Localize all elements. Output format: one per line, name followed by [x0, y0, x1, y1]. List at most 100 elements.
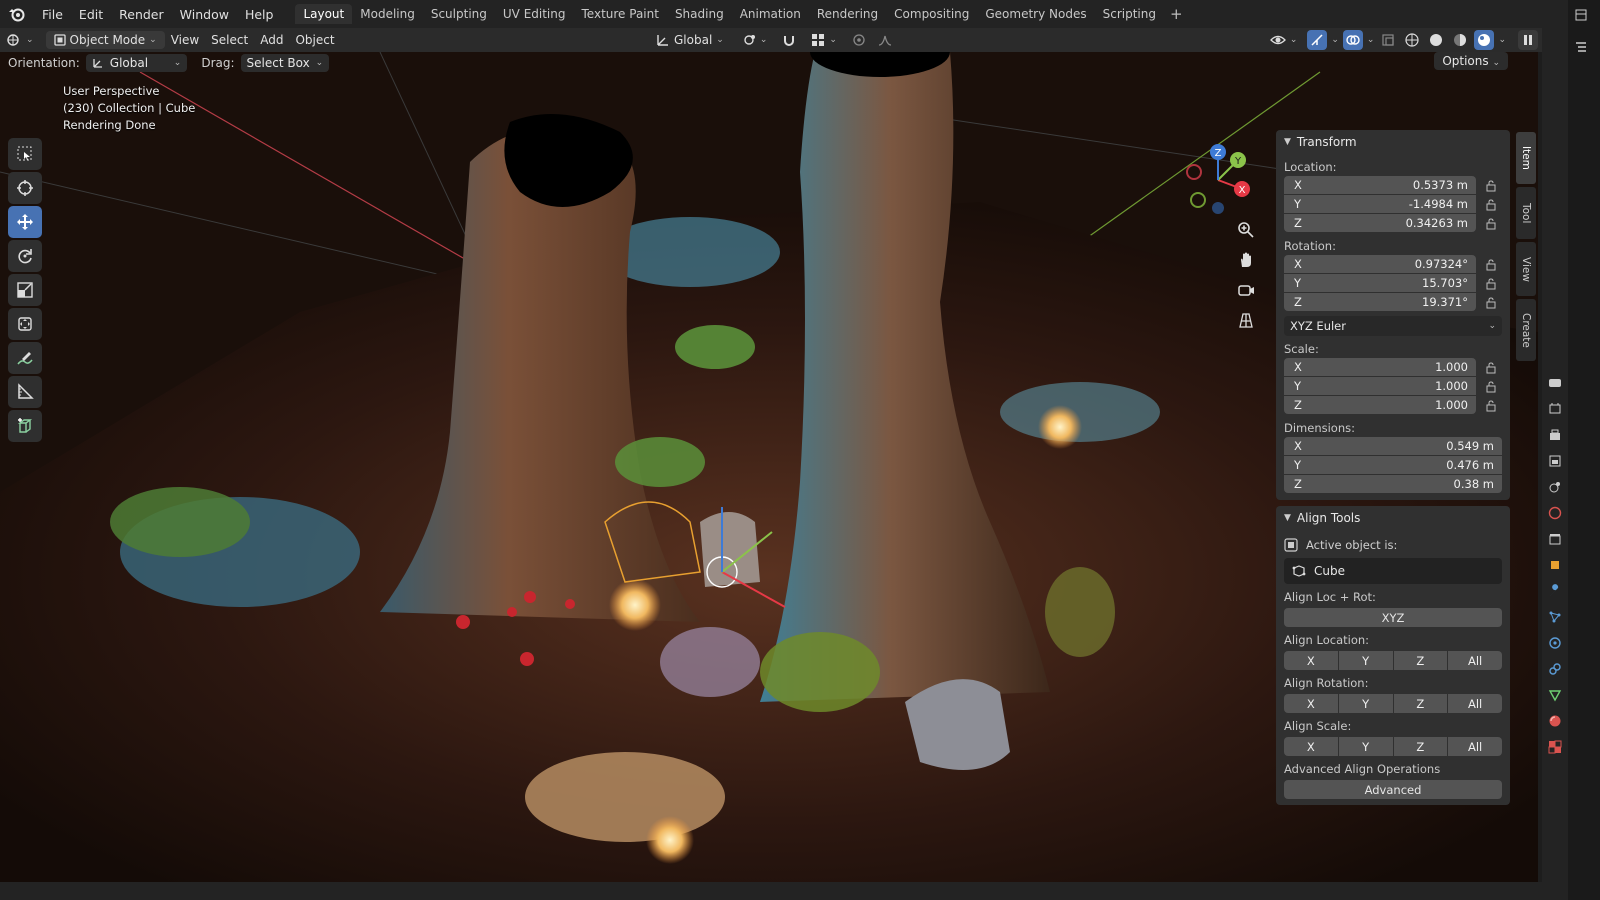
3d-viewport[interactable]: User Perspective (230) Collection | Cube… — [0, 52, 1538, 882]
camera-view-icon[interactable] — [1233, 277, 1259, 303]
align-location-all-button[interactable]: All — [1448, 651, 1502, 670]
align-rotation-all-button[interactable]: All — [1448, 694, 1502, 713]
scale-x-field[interactable]: X 1.000 — [1284, 358, 1476, 376]
editor-type-button[interactable]: ⌄ — [0, 31, 40, 49]
falloff-curve-icon[interactable] — [875, 30, 895, 50]
pan-hand-icon[interactable] — [1233, 247, 1259, 273]
lock-icon[interactable] — [1480, 277, 1502, 290]
gizmo-toggle-icon[interactable] — [1307, 30, 1328, 50]
dimensions-z-field[interactable]: Z 0.38 m — [1284, 475, 1502, 493]
zoom-icon[interactable] — [1233, 217, 1259, 243]
scale-y-field[interactable]: Y 1.000 — [1284, 377, 1476, 395]
align-location-x-button[interactable]: X — [1284, 651, 1338, 670]
tab-animation[interactable]: Animation — [732, 4, 809, 24]
lock-icon[interactable] — [1480, 198, 1502, 211]
orientation-dropdown[interactable]: Global ⌄ — [85, 54, 188, 72]
align-scale-all-button[interactable]: All — [1448, 737, 1502, 756]
transform-panel-header[interactable]: ▼ Transform — [1276, 130, 1510, 154]
scale-tool-icon[interactable] — [8, 274, 42, 306]
pivot-point-dropdown[interactable]: ⌄ — [736, 31, 774, 49]
lock-icon[interactable] — [1480, 380, 1502, 393]
data-mesh-icon[interactable] — [1542, 682, 1568, 708]
snap-target-dropdown[interactable]: ⌄ — [805, 31, 843, 49]
xray-toggle-icon[interactable] — [1378, 30, 1398, 50]
proportional-edit-icon[interactable] — [849, 30, 869, 50]
align-rotation-y-button[interactable]: Y — [1338, 694, 1393, 713]
align-rotation-x-button[interactable]: X — [1284, 694, 1338, 713]
chevron-down-icon[interactable]: ⌄ — [1367, 35, 1375, 45]
menu-edit[interactable]: Edit — [71, 0, 111, 28]
wireframe-shading-icon[interactable] — [1402, 30, 1422, 50]
scale-z-field[interactable]: Z 1.000 — [1284, 396, 1476, 414]
pause-render-icon[interactable] — [1518, 30, 1538, 50]
editor-type-icon[interactable] — [1568, 2, 1594, 28]
advanced-align-button[interactable]: Advanced — [1284, 780, 1502, 799]
tab-item[interactable]: Item — [1516, 132, 1536, 184]
rendered-shading-icon[interactable] — [1474, 30, 1495, 50]
rotate-tool-icon[interactable] — [8, 240, 42, 272]
navigation-gizmo[interactable]: X Y Z — [1180, 142, 1260, 222]
lock-icon[interactable] — [1480, 361, 1502, 374]
material-icon[interactable] — [1542, 708, 1568, 734]
location-y-field[interactable]: Y -1.4984 m — [1284, 195, 1476, 213]
world-properties-icon[interactable] — [1542, 500, 1568, 526]
tab-geometry-nodes[interactable]: Geometry Nodes — [977, 4, 1094, 24]
rotation-mode-dropdown[interactable]: XYZ Euler ⌄ — [1284, 316, 1502, 336]
object-properties-icon[interactable] — [1542, 552, 1568, 578]
tab-modeling[interactable]: Modeling — [352, 4, 423, 24]
overlays-toggle-icon[interactable] — [1342, 30, 1363, 50]
rotation-y-field[interactable]: Y 15.703° — [1284, 274, 1476, 292]
constraints-icon[interactable] — [1542, 656, 1568, 682]
add-workspace-button[interactable]: + — [1164, 5, 1189, 23]
material-shading-icon[interactable] — [1450, 30, 1470, 50]
align-scale-z-button[interactable]: Z — [1393, 737, 1448, 756]
view-layer-icon[interactable] — [1542, 448, 1568, 474]
lock-icon[interactable] — [1480, 179, 1502, 192]
particles-icon[interactable] — [1542, 604, 1568, 630]
measure-tool-icon[interactable] — [8, 376, 42, 408]
tab-shading[interactable]: Shading — [667, 4, 732, 24]
menu-render[interactable]: Render — [111, 0, 172, 28]
menu-help[interactable]: Help — [237, 0, 282, 28]
chevron-down-icon[interactable]: ⌄ — [1331, 35, 1339, 45]
location-z-field[interactable]: Z 0.34263 m — [1284, 214, 1476, 232]
dimensions-x-field[interactable]: X 0.549 m — [1284, 437, 1502, 455]
lock-icon[interactable] — [1480, 217, 1502, 230]
menu-select[interactable]: Select — [205, 31, 254, 49]
transform-tool-icon[interactable] — [8, 308, 42, 340]
annotate-tool-icon[interactable] — [8, 342, 42, 374]
active-object-field[interactable]: Cube — [1284, 558, 1502, 584]
object-mode-dropdown[interactable]: Object Mode ⌄ — [45, 31, 165, 49]
texture-checker-icon[interactable] — [1542, 734, 1568, 760]
output-properties-icon[interactable] — [1542, 422, 1568, 448]
chevron-down-icon[interactable]: ⌄ — [1498, 35, 1506, 45]
align-location-y-button[interactable]: Y — [1338, 651, 1393, 670]
blender-logo-icon[interactable] — [0, 0, 34, 28]
menu-view[interactable]: View — [165, 31, 205, 49]
tab-tool[interactable]: Tool — [1516, 187, 1536, 239]
lock-icon[interactable] — [1480, 399, 1502, 412]
tab-layout[interactable]: Layout — [295, 4, 353, 24]
tab-sculpting[interactable]: Sculpting — [423, 4, 495, 24]
drag-dropdown[interactable]: Select Box ⌄ — [240, 54, 330, 72]
collection-properties-icon[interactable] — [1542, 526, 1568, 552]
align-tools-panel-header[interactable]: ▼ Align Tools — [1276, 506, 1510, 530]
align-scale-y-button[interactable]: Y — [1338, 737, 1393, 756]
tab-texture-paint[interactable]: Texture Paint — [574, 4, 667, 24]
options-dropdown[interactable]: Options ⌄ — [1434, 52, 1508, 70]
snap-toggle-icon[interactable] — [779, 30, 799, 50]
solid-shading-icon[interactable] — [1426, 30, 1446, 50]
cursor-tool-icon[interactable] — [8, 172, 42, 204]
tab-scripting[interactable]: Scripting — [1095, 4, 1164, 24]
lock-icon[interactable] — [1480, 258, 1502, 271]
dimensions-y-field[interactable]: Y 0.476 m — [1284, 456, 1502, 474]
scene-properties-icon[interactable] — [1542, 474, 1568, 500]
tab-view[interactable]: View — [1516, 242, 1536, 296]
align-scale-x-button[interactable]: X — [1284, 737, 1338, 756]
physics-icon[interactable] — [1542, 630, 1568, 656]
visibility-dropdown[interactable]: ⌄ — [1264, 31, 1304, 49]
tab-rendering[interactable]: Rendering — [809, 4, 886, 24]
lock-icon[interactable] — [1480, 296, 1502, 309]
tab-compositing[interactable]: Compositing — [886, 4, 977, 24]
align-loc-rot-xyz-button[interactable]: XYZ — [1284, 608, 1502, 627]
